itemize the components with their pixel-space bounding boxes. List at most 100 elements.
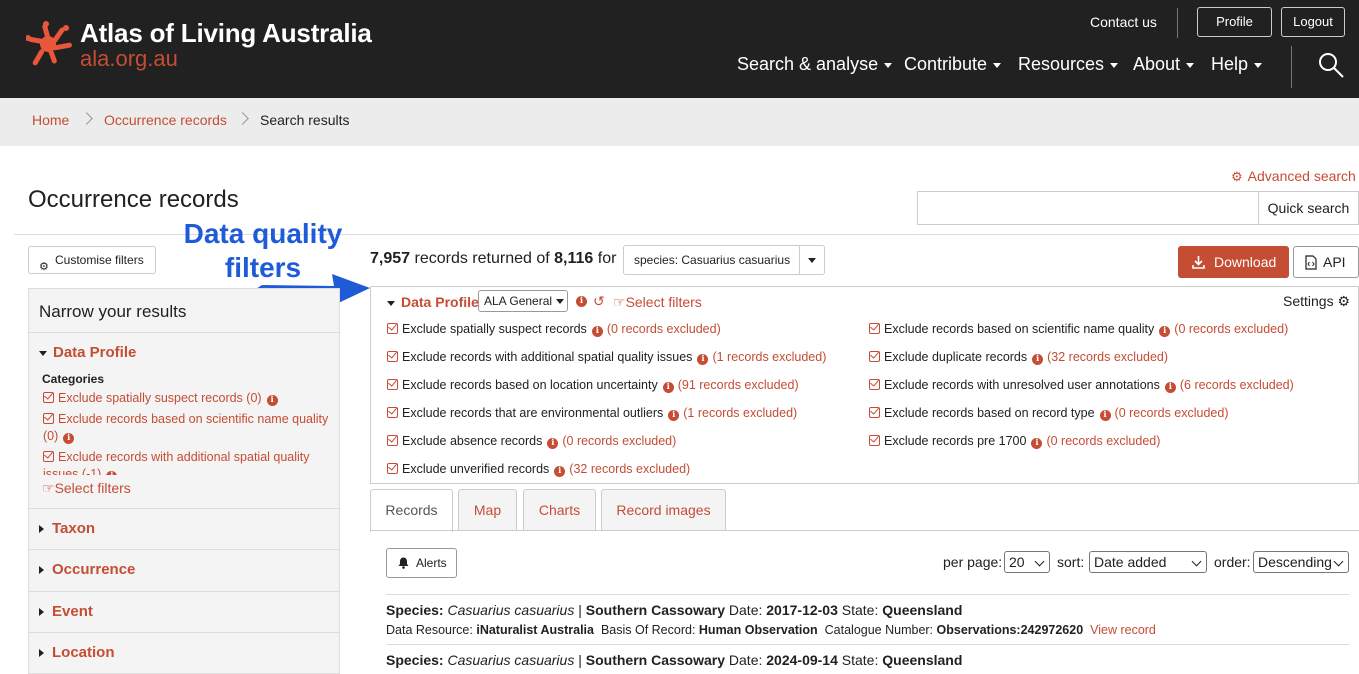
nav-about[interactable]: About [1133,54,1195,75]
profile-button[interactable]: Profile [1197,7,1272,37]
dq-filter-label: Exclude duplicate records [884,350,1028,364]
dq-filter-item[interactable]: Exclude spatially suspect records i (0 rec… [387,322,721,337]
checkbox-checked-icon[interactable] [387,379,398,390]
dq-excluded-count[interactable]: (32 records excluded) [569,462,690,476]
search-icon[interactable] [1318,52,1344,78]
quick-search-button[interactable]: Quick search [1258,191,1359,225]
download-label: Download [1214,254,1277,270]
customise-filters-button[interactable]: ⚙ Customise filters [28,246,156,274]
info-icon[interactable]: i [1159,326,1171,337]
info-icon[interactable]: i [1031,438,1043,449]
site-title[interactable]: Atlas of Living Australia [80,18,372,49]
dq-filter-item[interactable]: Exclude records based on record type i (0 … [869,406,1229,421]
checkbox-checked-icon[interactable] [869,351,880,362]
dq-filter-item[interactable]: Exclude duplicate records i (32 records ex… [869,350,1168,365]
sidebar-filter-item[interactable]: Exclude records based on scientific name… [43,411,329,445]
checkbox-checked-icon[interactable] [869,435,880,446]
checkbox-checked-icon[interactable] [869,323,880,334]
info-icon[interactable]: i [697,354,709,365]
checkbox-checked-icon[interactable] [43,451,54,462]
facet-location[interactable]: Location [39,644,115,661]
checkbox-checked-icon[interactable] [43,413,54,424]
dq-filter-item[interactable]: Exclude records with unresolved user ann… [869,378,1294,393]
download-button[interactable]: Download [1178,246,1289,278]
caret-down-icon[interactable] [808,258,816,263]
dq-filter-item[interactable]: Exclude unverified records i (32 records e… [387,462,690,477]
dq-filter-item[interactable]: Exclude records based on location uncert… [387,378,799,393]
checkbox-checked-icon[interactable] [387,323,398,334]
nav-contribute[interactable]: Contribute [904,54,1002,75]
dq-excluded-count[interactable]: (0 records excluded) [1046,434,1160,448]
info-icon[interactable]: i [547,438,559,449]
sidebar-select-filters-link[interactable]: ☞Select filters [42,480,131,497]
tab-records[interactable]: Records [370,489,453,532]
dq-filter-item[interactable]: Exclude absence records i (0 records exclu… [387,434,676,449]
info-icon[interactable]: i [1032,354,1044,365]
breadcrumb-occurrence[interactable]: Occurrence records [104,112,227,128]
logout-button[interactable]: Logout [1281,7,1345,37]
nav-search-analyse[interactable]: Search & analyse [737,54,893,75]
tab-record-images[interactable]: Record images [601,489,726,531]
alerts-button[interactable]: Alerts [386,548,457,578]
dq-excluded-count[interactable]: (32 records excluded) [1047,350,1168,364]
info-icon[interactable]: i [1099,410,1111,421]
data-profile-select[interactable]: ALA General [478,290,568,312]
facet-occurrence[interactable]: Occurrence [39,561,135,578]
dq-filter-item[interactable]: Exclude records with additional spatial … [387,350,826,365]
annotation-line: Data quality [183,218,343,249]
contact-us-link[interactable]: Contact us [1090,14,1157,30]
info-icon[interactable]: i [662,382,674,393]
dq-filter-item[interactable]: Exclude records pre 1700 i (0 records excl… [869,434,1160,449]
api-button[interactable]: API [1293,246,1359,278]
nav-resources[interactable]: Resources [1018,54,1119,75]
data-profile-toggle[interactable]: Data Profile: [387,294,483,310]
info-icon[interactable]: i [266,395,278,406]
sidebar-filter-item[interactable]: Exclude records with additional spatial … [43,449,329,475]
select-filters-link[interactable]: ☞Select filters [613,294,702,311]
info-icon[interactable]: i [554,466,566,477]
nav-help[interactable]: Help [1211,54,1263,75]
info-icon[interactable]: i [591,326,603,337]
info-icon[interactable]: i [668,410,680,421]
order-select[interactable]: Descending [1253,551,1349,573]
facet-event[interactable]: Event [39,603,93,620]
dq-excluded-count[interactable]: (91 records excluded) [678,378,799,392]
facet-data-profile[interactable]: Data Profile [39,344,136,361]
dq-excluded-count[interactable]: (0 records excluded) [1174,322,1288,336]
species-filter-dropdown[interactable]: species: Casuarius casuarius [623,245,825,275]
checkbox-checked-icon[interactable] [387,407,398,418]
info-icon[interactable]: i [106,471,118,475]
dq-excluded-count[interactable]: (6 records excluded) [1180,378,1294,392]
info-icon[interactable]: i [63,433,75,444]
advanced-search-link[interactable]: ⚙ Advanced search [1231,168,1356,185]
facet-taxon[interactable]: Taxon [39,520,95,537]
checkbox-checked-icon[interactable] [869,407,880,418]
ala-logo-icon[interactable] [26,20,76,70]
checkbox-checked-icon[interactable] [43,392,54,403]
info-icon[interactable]: i [576,296,587,307]
dq-excluded-count[interactable]: (1 records excluded) [683,406,797,420]
reset-icon[interactable]: ↺ [593,293,605,310]
site-url[interactable]: ala.org.au [80,46,178,72]
dq-excluded-count[interactable]: (1 records excluded) [712,350,826,364]
view-record-link[interactable]: View record [1090,623,1156,637]
checkbox-checked-icon[interactable] [387,435,398,446]
checkbox-checked-icon[interactable] [869,379,880,390]
info-icon[interactable]: i [1164,382,1176,393]
tab-map[interactable]: Map [458,489,517,531]
divider [29,591,339,592]
dq-filter-item[interactable]: Exclude records based on scientific name… [869,322,1288,337]
dq-excluded-count[interactable]: (0 records excluded) [607,322,721,336]
sort-select[interactable]: Date added [1089,551,1207,573]
checkbox-checked-icon[interactable] [387,463,398,474]
dq-filter-item[interactable]: Exclude records that are environmental o… [387,406,797,421]
dq-excluded-count[interactable]: (0 records excluded) [562,434,676,448]
dq-excluded-count[interactable]: (0 records excluded) [1115,406,1229,420]
tab-charts[interactable]: Charts [523,489,596,531]
per-page-select[interactable]: 20 [1004,551,1050,573]
quick-search-input[interactable] [917,191,1259,225]
sidebar-filter-item[interactable]: Exclude spatially suspect records (0) i [43,390,329,407]
settings-button[interactable]: Settings ⚙ [1283,293,1350,310]
breadcrumb-home[interactable]: Home [32,112,69,128]
checkbox-checked-icon[interactable] [387,351,398,362]
